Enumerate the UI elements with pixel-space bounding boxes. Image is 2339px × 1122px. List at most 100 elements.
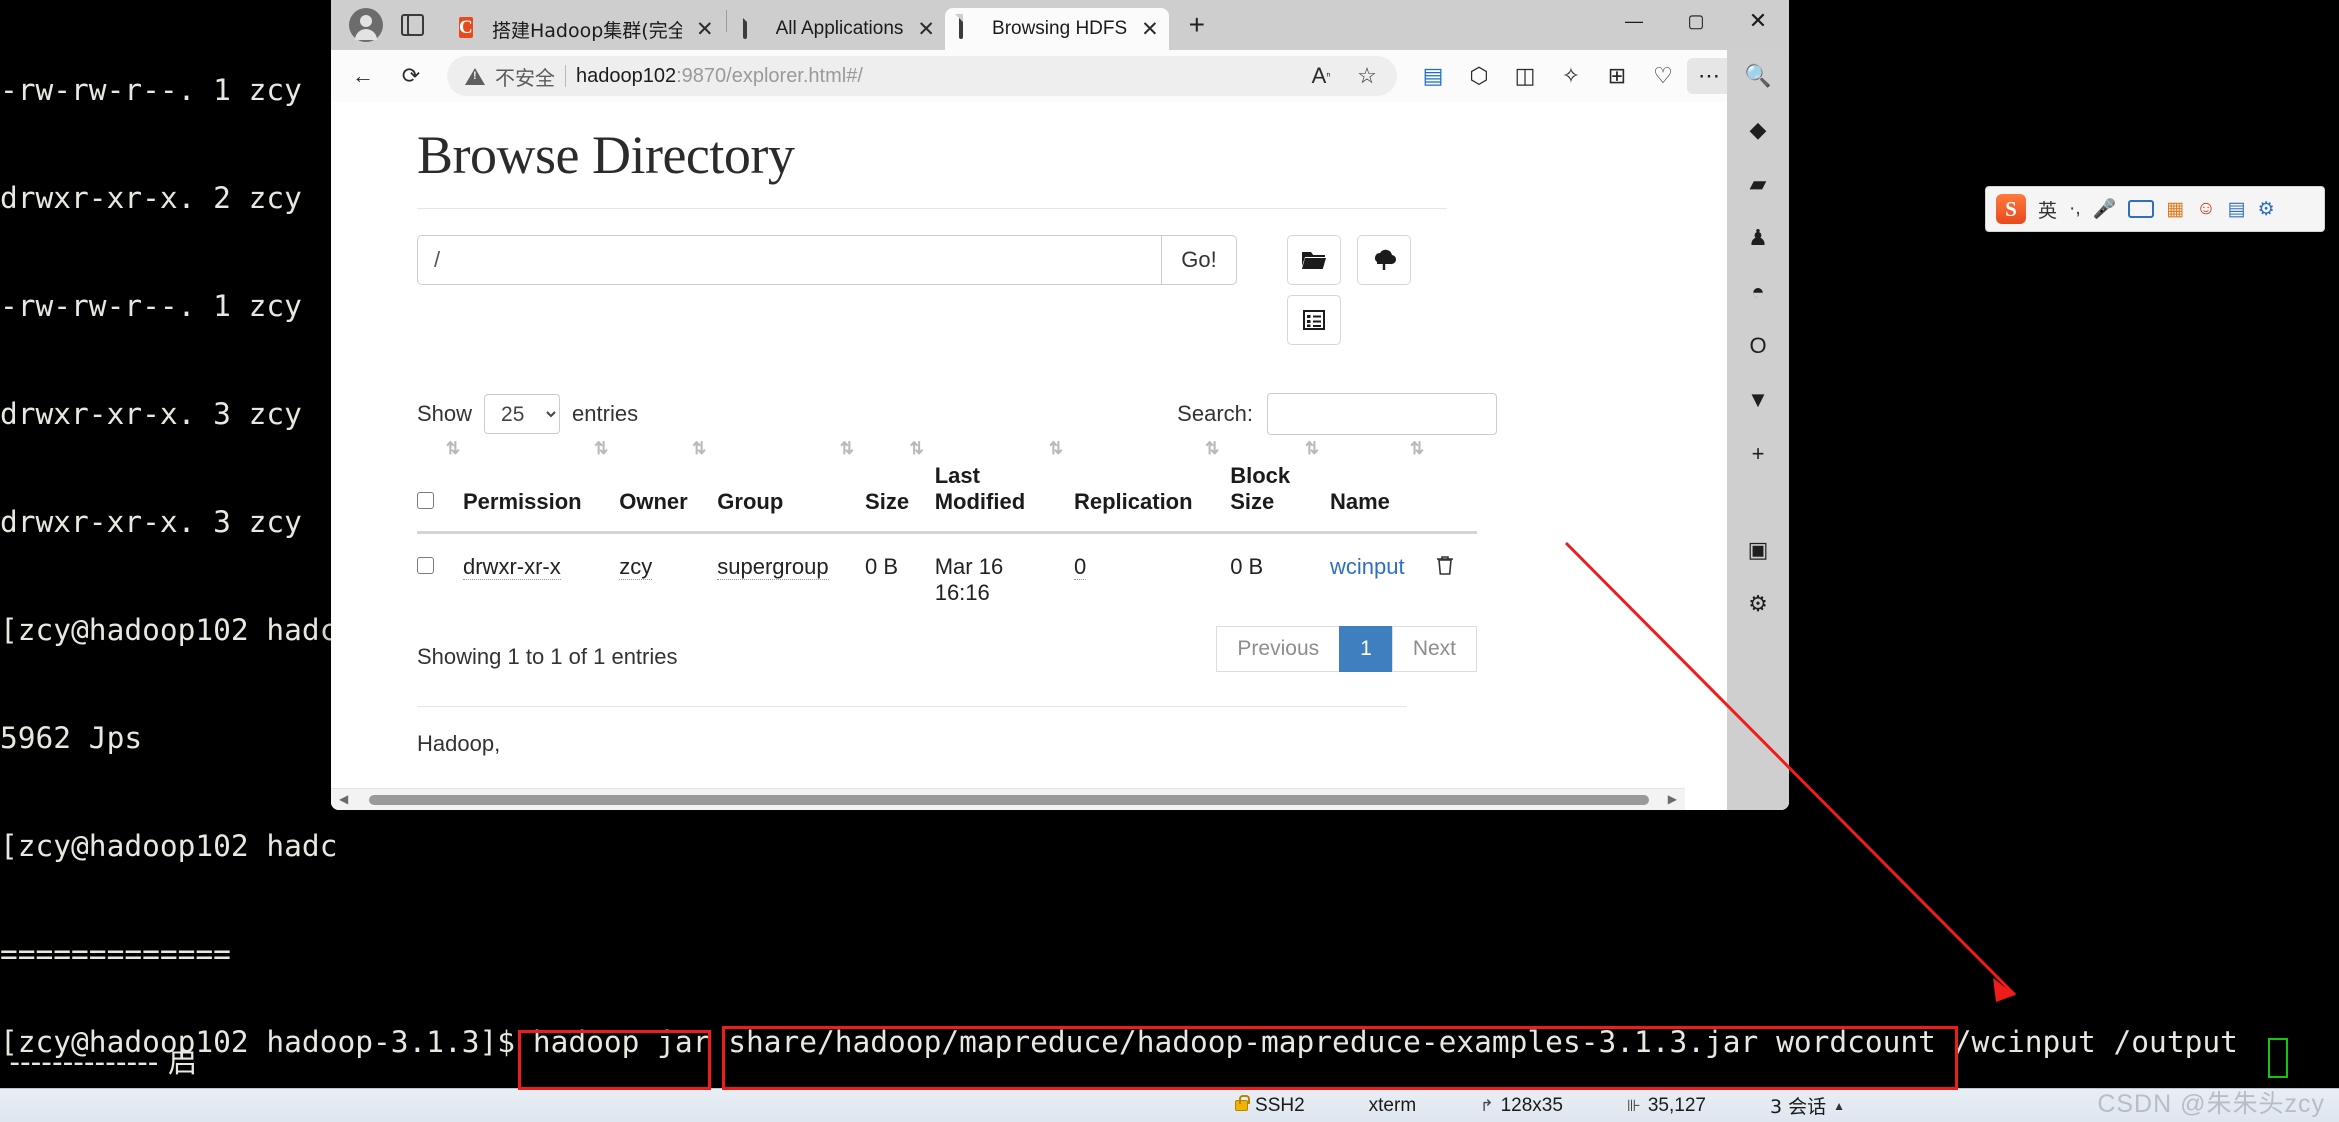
microphone-icon[interactable]: 🎤: [2093, 197, 2117, 221]
tools-icon[interactable]: ▰: [1738, 164, 1778, 204]
skin-icon[interactable]: ▦: [2166, 198, 2184, 221]
column-size[interactable]: ⇅ Size: [865, 439, 935, 534]
sogou-logo-icon[interactable]: S: [1996, 194, 2026, 224]
shopping-icon[interactable]: ◆: [1738, 110, 1778, 150]
path-input[interactable]: [417, 235, 1161, 285]
table-row[interactable]: drwxr-xr-x zcy supergroup 0 B Mar 16 16:…: [417, 533, 1477, 627]
search-icon[interactable]: 🔍: [1738, 56, 1778, 96]
games-icon[interactable]: ♟: [1738, 218, 1778, 258]
apps-icon[interactable]: ▤: [2228, 198, 2246, 221]
sort-icon[interactable]: ⇅: [1049, 439, 1063, 459]
split-screen-icon[interactable]: ◫: [1503, 56, 1547, 96]
tab-close-icon[interactable]: ✕: [1141, 19, 1159, 40]
column-block-size[interactable]: ⇅ Block Size: [1230, 439, 1330, 534]
scroll-right-arrow-icon[interactable]: ▶: [1668, 792, 1677, 806]
collections-panel-icon[interactable]: ⊞: [1595, 56, 1639, 96]
sort-icon[interactable]: ⇅: [594, 439, 608, 459]
office-icon[interactable]: ◓: [1738, 272, 1778, 312]
scroll-left-arrow-icon[interactable]: ◀: [339, 792, 348, 806]
column-label: Size: [865, 489, 910, 514]
keyboard-icon[interactable]: [2128, 200, 2155, 218]
apps-icon[interactable]: ▣: [1738, 530, 1778, 570]
status-position-label: 35,127: [1647, 1094, 1706, 1116]
tab-browsing-hdfs[interactable]: Browsing HDFS ✕: [945, 8, 1169, 50]
select-all-checkbox[interactable]: [417, 492, 434, 509]
status-sessions[interactable]: 3 会话 ▲: [1770, 1092, 1845, 1119]
horizontal-scroll-thumb[interactable]: [369, 795, 1649, 805]
go-button[interactable]: Go!: [1161, 235, 1237, 285]
sort-icon[interactable]: ⇅: [692, 439, 706, 459]
footer-divider: [417, 706, 1407, 707]
outlook-icon[interactable]: O: [1738, 326, 1778, 366]
pagination: Previous 1 Next: [1216, 626, 1477, 672]
permission-link[interactable]: drwxr-xr-x: [463, 554, 561, 580]
sort-icon[interactable]: ⇅: [446, 439, 460, 459]
column-name[interactable]: ⇅ Name: [1330, 439, 1436, 534]
column-owner[interactable]: ⇅ Owner: [619, 439, 718, 534]
csdn-icon: C: [459, 17, 473, 38]
favorite-star-icon[interactable]: ☆: [1349, 56, 1385, 96]
row-checkbox[interactable]: [417, 557, 434, 574]
replication-link[interactable]: 0: [1073, 554, 1087, 580]
settings-icon[interactable]: ⚙: [1738, 584, 1778, 624]
pagination-previous[interactable]: Previous: [1216, 626, 1341, 672]
upload-button[interactable]: [1357, 235, 1412, 285]
title-divider: [417, 208, 1447, 209]
chevron-up-icon[interactable]: ▲: [1833, 1099, 1845, 1113]
tab-close-icon[interactable]: ✕: [696, 19, 714, 40]
upload-cloud-icon: [1375, 249, 1397, 270]
collections-icon[interactable]: ▤: [1411, 56, 1455, 96]
sogou-ime-bar[interactable]: S 英 ·, 🎤 ▦ ☺ ▤ ⚙: [1985, 186, 2325, 232]
emoji-icon[interactable]: ☺: [2196, 198, 2215, 220]
ime-punctuation-toggle[interactable]: ·,: [2069, 198, 2081, 220]
horizontal-scrollbar[interactable]: ◀ ▶: [331, 788, 1685, 810]
profile-avatar[interactable]: [349, 8, 383, 42]
add-favorite-icon[interactable]: ✧: [1549, 56, 1593, 96]
column-group[interactable]: ⇅ Group: [717, 439, 866, 534]
group-link[interactable]: supergroup: [717, 554, 829, 580]
edge-sidebar: 🔍 ◆ ▰ ♟ ◓ O ▼ + ▣ ⚙: [1727, 50, 1789, 810]
sort-icon[interactable]: ⇅: [1305, 439, 1319, 459]
address-bar[interactable]: 不安全 hadoop102:9870/explorer.html#/ Aⁿ ☆: [447, 56, 1397, 96]
close-button[interactable]: ✕: [1727, 0, 1789, 42]
search-input[interactable]: [1267, 393, 1497, 435]
ime-mode-label[interactable]: 英: [2038, 196, 2057, 223]
sort-icon[interactable]: ⇅: [909, 439, 923, 459]
cut-paste-button[interactable]: [1287, 295, 1341, 345]
cell-permission: drwxr-xr-x: [463, 533, 619, 627]
new-tab-button[interactable]: +: [1179, 8, 1215, 44]
pagination-page-1[interactable]: 1: [1339, 626, 1393, 672]
owner-link[interactable]: zcy: [619, 554, 653, 580]
pagination-next[interactable]: Next: [1391, 626, 1477, 672]
create-directory-button[interactable]: [1287, 235, 1341, 285]
file-name-link[interactable]: wcinput: [1330, 554, 1405, 579]
column-replication[interactable]: ⇅ Replication: [1073, 439, 1231, 534]
sort-icon[interactable]: ⇅: [840, 439, 854, 459]
minimize-button[interactable]: —: [1603, 0, 1665, 42]
column-label: Owner: [619, 489, 688, 514]
shell-prompt: [zcy@hadoop102 hadoop-3.1.3]$: [0, 1025, 516, 1059]
column-permission[interactable]: ⇅ Permission: [463, 439, 620, 534]
extensions-icon[interactable]: ⬡: [1457, 56, 1501, 96]
tab-all-applications[interactable]: All Applications ✕: [729, 8, 945, 50]
settings-gear-icon[interactable]: ⚙: [2258, 198, 2275, 221]
cell-block-size: 0 B: [1230, 554, 1264, 579]
sort-icon[interactable]: ⇅: [1205, 439, 1219, 459]
add-icon[interactable]: +: [1738, 434, 1778, 474]
lock-icon: [1235, 1095, 1251, 1111]
back-button[interactable]: ←: [341, 56, 385, 96]
maximize-button[interactable]: ▢: [1665, 0, 1727, 42]
entries-select[interactable]: 25 50 100: [484, 394, 561, 434]
browser-essentials-icon[interactable]: ♡: [1641, 56, 1685, 96]
edge-browser-window[interactable]: C 搭建Hadoop集群(完全分布式 ✕ All Applications ✕ …: [331, 0, 1789, 810]
trash-icon[interactable]: [1435, 556, 1455, 581]
drop-icon[interactable]: ▼: [1738, 380, 1778, 420]
reload-button[interactable]: ⟳: [389, 56, 433, 96]
tab-close-icon[interactable]: ✕: [917, 19, 935, 40]
terminal-command-line[interactable]: [zcy@hadoop102 hadoop-3.1.3]$ hadoop jar…: [0, 1024, 2238, 1060]
column-last-modified[interactable]: ⇅ Last Modified: [934, 439, 1074, 534]
tab-actions-icon[interactable]: [397, 8, 431, 42]
read-aloud-icon[interactable]: Aⁿ: [1303, 56, 1339, 96]
tab-csdn-hadoop[interactable]: C 搭建Hadoop集群(完全分布式 ✕: [445, 8, 724, 50]
sort-icon[interactable]: ⇅: [1410, 439, 1424, 459]
